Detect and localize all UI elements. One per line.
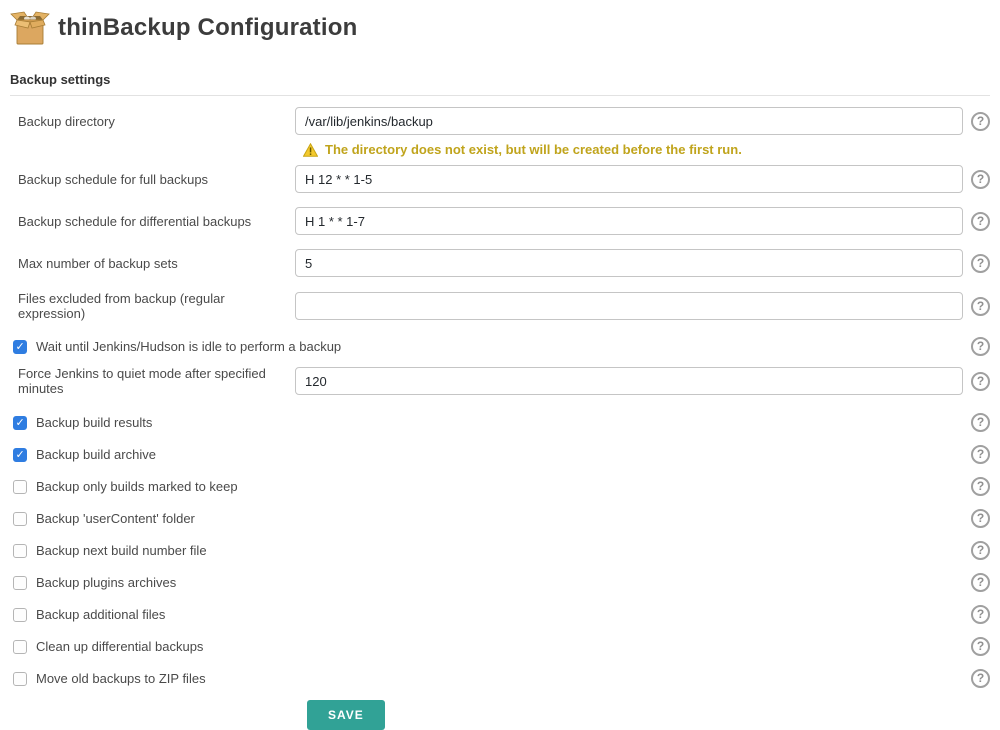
option-label: Backup build results: [36, 415, 152, 430]
page-header: thinBackup Configuration: [10, 10, 990, 46]
help-icon-option[interactable]: [971, 477, 990, 496]
option-checkbox-6[interactable]: [13, 608, 27, 622]
force-quiet-mode-input[interactable]: [295, 367, 963, 395]
help-icon-option[interactable]: [971, 573, 990, 592]
wait-idle-checkbox[interactable]: [13, 340, 27, 354]
files-excluded-label: Files excluded from backup (regular expr…: [10, 291, 295, 321]
check-row-wait-idle: Wait until Jenkins/Hudson is idle to per…: [10, 337, 990, 356]
backup-settings-form: Backup directory The directory does not …: [10, 107, 990, 730]
backup-directory-input[interactable]: [295, 107, 963, 135]
force-quiet-mode-label: Force Jenkins to quiet mode after specif…: [10, 366, 295, 396]
full-schedule-input[interactable]: [295, 165, 963, 193]
directory-warning: The directory does not exist, but will b…: [303, 142, 990, 157]
help-icon-option[interactable]: [971, 669, 990, 688]
help-icon-option[interactable]: [971, 413, 990, 432]
help-icon-option[interactable]: [971, 541, 990, 560]
field-row-files-excluded: Files excluded from backup (regular expr…: [10, 291, 990, 321]
save-button[interactable]: SAVE: [307, 700, 385, 730]
help-icon-option[interactable]: [971, 637, 990, 656]
check-row: Backup plugins archives: [10, 573, 990, 592]
help-icon-files-excluded[interactable]: [971, 297, 990, 316]
field-row-force-quiet-mode: Force Jenkins to quiet mode after specif…: [10, 366, 990, 396]
section-divider: [10, 95, 990, 96]
option-checkbox-3[interactable]: [13, 512, 27, 526]
check-row: Backup next build number file: [10, 541, 990, 560]
max-backup-sets-label: Max number of backup sets: [10, 256, 295, 271]
help-icon-option[interactable]: [971, 445, 990, 464]
help-icon-option[interactable]: [971, 509, 990, 528]
option-checkbox-8[interactable]: [13, 672, 27, 686]
option-checkbox-7[interactable]: [13, 640, 27, 654]
option-label: Move old backups to ZIP files: [36, 671, 206, 686]
option-label: Backup only builds marked to keep: [36, 479, 238, 494]
option-checkbox-2[interactable]: [13, 480, 27, 494]
check-row: Move old backups to ZIP files: [10, 669, 990, 688]
help-icon-wait-idle[interactable]: [971, 337, 990, 356]
option-checkbox-5[interactable]: [13, 576, 27, 590]
help-icon-force-quiet-mode[interactable]: [971, 372, 990, 391]
option-label: Backup additional files: [36, 607, 165, 622]
field-row-max-backup-sets: Max number of backup sets: [10, 249, 990, 277]
field-row-backup-directory: Backup directory: [10, 107, 990, 135]
wait-idle-label: Wait until Jenkins/Hudson is idle to per…: [36, 339, 341, 354]
warning-triangle-icon: [303, 143, 318, 157]
backup-options-list: Backup build results Backup build archiv…: [10, 413, 990, 688]
check-row: Backup only builds marked to keep: [10, 477, 990, 496]
differential-schedule-label: Backup schedule for differential backups: [10, 214, 295, 229]
option-checkbox-0[interactable]: [13, 416, 27, 430]
check-row: Backup 'userContent' folder: [10, 509, 990, 528]
files-excluded-input[interactable]: [295, 292, 963, 320]
check-row: Backup build results: [10, 413, 990, 432]
check-row: Clean up differential backups: [10, 637, 990, 656]
option-label: Backup 'userContent' folder: [36, 511, 195, 526]
full-schedule-label: Backup schedule for full backups: [10, 172, 295, 187]
help-icon-differential-schedule[interactable]: [971, 212, 990, 231]
package-box-icon: [10, 10, 50, 46]
help-icon-backup-directory[interactable]: [971, 112, 990, 131]
option-checkbox-4[interactable]: [13, 544, 27, 558]
field-row-differential-schedule: Backup schedule for differential backups: [10, 207, 990, 235]
backup-directory-label: Backup directory: [10, 114, 295, 129]
help-icon-max-backup-sets[interactable]: [971, 254, 990, 273]
option-label: Backup next build number file: [36, 543, 207, 558]
page-title: thinBackup Configuration: [58, 14, 357, 42]
option-checkbox-1[interactable]: [13, 448, 27, 462]
help-icon-full-schedule[interactable]: [971, 170, 990, 189]
option-label: Clean up differential backups: [36, 639, 203, 654]
option-label: Backup build archive: [36, 447, 156, 462]
check-row: Backup build archive: [10, 445, 990, 464]
field-row-full-schedule: Backup schedule for full backups: [10, 165, 990, 193]
section-title-backup-settings: Backup settings: [10, 72, 990, 87]
help-icon-option[interactable]: [971, 605, 990, 624]
differential-schedule-input[interactable]: [295, 207, 963, 235]
thinbackup-config-page: thinBackup Configuration Backup settings…: [0, 0, 1000, 730]
option-label: Backup plugins archives: [36, 575, 176, 590]
max-backup-sets-input[interactable]: [295, 249, 963, 277]
check-row: Backup additional files: [10, 605, 990, 624]
directory-warning-text: The directory does not exist, but will b…: [325, 142, 742, 157]
